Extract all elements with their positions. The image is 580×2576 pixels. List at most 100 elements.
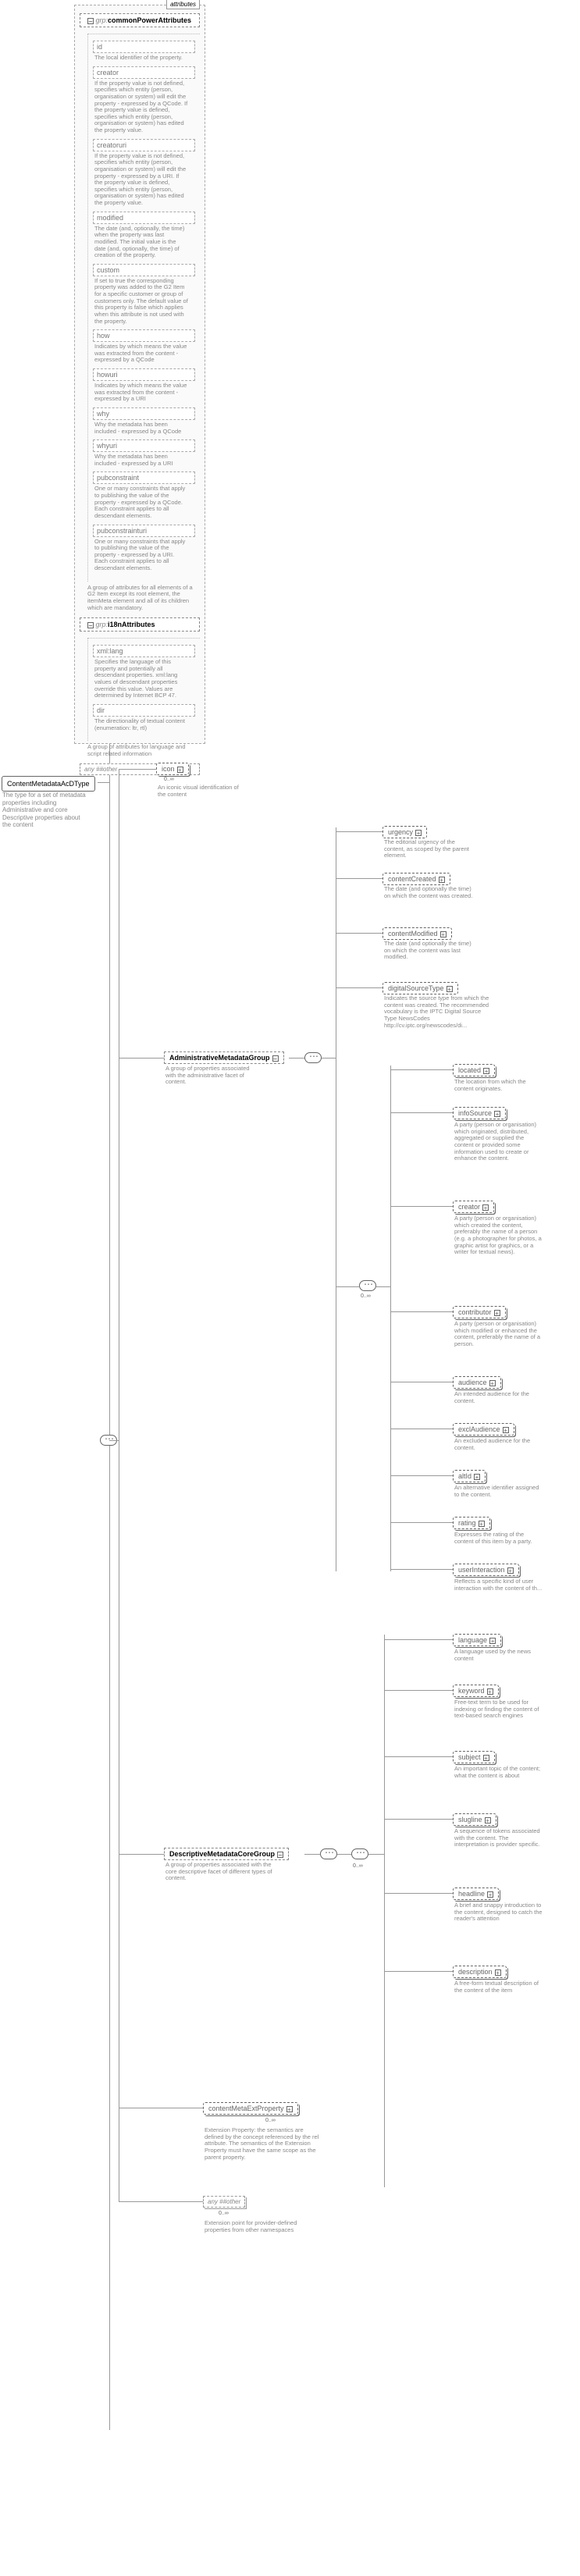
slugline-desc: A sequence of tokens associated with the… bbox=[454, 1828, 544, 1848]
icon-occ: 0..∞ bbox=[164, 777, 174, 782]
headline-desc: A brief and snappy introduction to the c… bbox=[454, 1902, 544, 1923]
admin-inner-occ: 0..∞ bbox=[361, 1293, 371, 1299]
desc-group-desc: A group of properties associated with th… bbox=[165, 1862, 283, 1882]
icon-desc: An iconic visual identification of the c… bbox=[158, 785, 247, 798]
element-located[interactable]: located+ bbox=[453, 1064, 495, 1076]
expand-icon[interactable]: + bbox=[489, 1380, 496, 1386]
infoSource-desc: A party (person or organisation) which o… bbox=[454, 1122, 544, 1162]
keyword-desc: Free-text term to be used for indexing o… bbox=[454, 1699, 544, 1720]
attr-how: how bbox=[93, 329, 195, 342]
attributes-label: attributes bbox=[166, 0, 200, 9]
altId-desc: An alternative identifier assigned to th… bbox=[454, 1485, 544, 1498]
expand-icon[interactable]: + bbox=[503, 1427, 509, 1433]
expand-icon[interactable]: + bbox=[494, 1111, 500, 1117]
element-urgency[interactable]: urgency+ bbox=[383, 826, 427, 838]
group-commonPowerAttributes[interactable]: – grp:commonPowerAttributes bbox=[80, 13, 200, 27]
expand-icon[interactable]: + bbox=[415, 830, 422, 836]
element-creator-elem[interactable]: creator+ bbox=[453, 1201, 494, 1213]
attr-xml-lang: xml:lang bbox=[93, 645, 195, 657]
expand-icon[interactable]: + bbox=[439, 877, 445, 883]
element-icon[interactable]: icon+ bbox=[156, 763, 189, 775]
attr-pubconstraint: pubconstraint bbox=[93, 471, 195, 484]
desc-inner-occ: 0..∞ bbox=[353, 1863, 363, 1869]
group-DescriptiveMetadataCoreGroup[interactable]: DescriptiveMetadataCoreGroup– bbox=[164, 1848, 289, 1860]
digitalSourceType-desc: Indicates the source type from which the… bbox=[384, 995, 489, 1029]
element-subject[interactable]: subject+ bbox=[453, 1751, 495, 1763]
element-rating[interactable]: rating+ bbox=[453, 1517, 490, 1529]
admin-sequence bbox=[304, 1052, 322, 1063]
attr-pubconstrainturi: pubconstrainturi bbox=[93, 525, 195, 537]
element-contentModified[interactable]: contentModified+ bbox=[383, 927, 452, 940]
contributor-desc: A party (person or organisation) which m… bbox=[454, 1321, 544, 1348]
element-description[interactable]: description+ bbox=[453, 1966, 507, 1978]
expand-icon[interactable]: + bbox=[485, 1817, 491, 1823]
expand-icon[interactable]: + bbox=[483, 1755, 489, 1761]
expand-icon[interactable]: + bbox=[495, 1969, 501, 1976]
expand-icon[interactable]: – bbox=[87, 18, 94, 24]
element-digitalSourceType[interactable]: digitalSourceType+ bbox=[383, 982, 458, 994]
any-other-desc: Extension point for provider-defined pro… bbox=[205, 2220, 306, 2233]
expand-icon[interactable]: + bbox=[482, 1204, 489, 1211]
ext-prop-occ: 0..∞ bbox=[265, 2118, 276, 2123]
userInteraction-desc: Reflects a specific kind of user interac… bbox=[454, 1578, 544, 1592]
description-desc: A free-form textual description of the c… bbox=[454, 1980, 544, 1994]
attr-dir: dir bbox=[93, 704, 195, 717]
element-slugline[interactable]: slugline+ bbox=[453, 1813, 496, 1826]
contentModified-desc: The date (and optionally the time) on wh… bbox=[384, 941, 474, 961]
creator-elem-desc: A party (person or organisation) which c… bbox=[454, 1215, 544, 1256]
attr-id: id bbox=[93, 41, 195, 53]
expand-icon[interactable]: + bbox=[483, 1068, 489, 1074]
element-userInteraction[interactable]: userInteraction+ bbox=[453, 1564, 519, 1576]
expand-icon[interactable]: + bbox=[494, 1310, 500, 1316]
expand-icon[interactable]: + bbox=[286, 2106, 293, 2112]
element-contentCreated[interactable]: contentCreated+ bbox=[383, 873, 450, 885]
desc-sequence-inner bbox=[351, 1848, 368, 1859]
expand-icon[interactable]: + bbox=[487, 1688, 493, 1695]
group-AdministrativeMetadataGroup[interactable]: AdministrativeMetadataGroup– bbox=[164, 1051, 284, 1064]
expand-icon[interactable]: + bbox=[489, 1638, 496, 1644]
subject-desc: An important topic of the content; what … bbox=[454, 1766, 544, 1779]
desc-sequence bbox=[320, 1848, 337, 1859]
located-desc: The location from which the content orig… bbox=[454, 1079, 544, 1092]
language-desc: A language used by the news content bbox=[454, 1649, 544, 1662]
element-audience[interactable]: audience+ bbox=[453, 1376, 501, 1389]
admin-sequence-inner bbox=[359, 1280, 376, 1291]
expand-icon[interactable]: + bbox=[474, 1474, 480, 1480]
element-language[interactable]: language+ bbox=[453, 1634, 501, 1646]
exclAudience-desc: An excluded audience for the content. bbox=[454, 1438, 544, 1451]
contentCreated-desc: The date (and optionally the time) on wh… bbox=[384, 886, 474, 899]
expand-icon[interactable]: – bbox=[87, 622, 94, 628]
i18n-group-desc: A group of attributes for language and s… bbox=[87, 744, 197, 757]
expand-icon[interactable]: – bbox=[272, 1055, 279, 1062]
i18n-attr-list: xml:lang Specifies the language of this … bbox=[87, 638, 200, 741]
element-exclAudience[interactable]: exclAudience+ bbox=[453, 1423, 514, 1436]
commonPower-group-desc: A group of attributes for all elements o… bbox=[87, 585, 197, 612]
attr-custom: custom bbox=[93, 264, 195, 276]
expand-icon[interactable]: + bbox=[507, 1567, 514, 1574]
group-i18nAttributes[interactable]: – grp:i18nAttributes bbox=[80, 617, 200, 632]
urgency-desc: The editorial urgency of the content, as… bbox=[384, 839, 474, 859]
expand-icon[interactable]: + bbox=[440, 931, 447, 938]
element-infoSource[interactable]: infoSource+ bbox=[453, 1107, 506, 1119]
element-keyword[interactable]: keyword+ bbox=[453, 1685, 499, 1697]
root-type-name: ContentMetadataAcDType bbox=[7, 780, 90, 788]
attr-creator: creator bbox=[93, 66, 195, 79]
ext-prop-desc: Extension Property: the semantics are de… bbox=[205, 2127, 322, 2161]
admin-group-desc: A group of properties associated with th… bbox=[165, 1066, 255, 1086]
attr-modified: modified bbox=[93, 212, 195, 224]
element-contentMetaExtProperty[interactable]: contentMetaExtProperty+ bbox=[203, 2102, 298, 2115]
element-contributor[interactable]: contributor+ bbox=[453, 1306, 506, 1318]
any-other-occ: 0..∞ bbox=[219, 2211, 229, 2216]
element-headline[interactable]: headline+ bbox=[453, 1888, 499, 1900]
expand-icon[interactable]: + bbox=[487, 1891, 493, 1898]
rating-desc: Expresses the rating of the content of t… bbox=[454, 1532, 544, 1545]
element-altId[interactable]: altId+ bbox=[453, 1470, 486, 1482]
attributes-section: attributes – grp:commonPowerAttributes i… bbox=[74, 5, 205, 744]
expand-icon[interactable]: + bbox=[177, 767, 183, 773]
attr-creatoruri: creatoruri bbox=[93, 139, 195, 151]
attr-howuri: howuri bbox=[93, 368, 195, 381]
expand-icon[interactable]: + bbox=[479, 1521, 485, 1527]
expand-icon[interactable]: – bbox=[277, 1852, 283, 1858]
expand-icon[interactable]: + bbox=[447, 986, 453, 992]
root-type-desc: The type for a set of metadata propertie… bbox=[2, 792, 88, 829]
